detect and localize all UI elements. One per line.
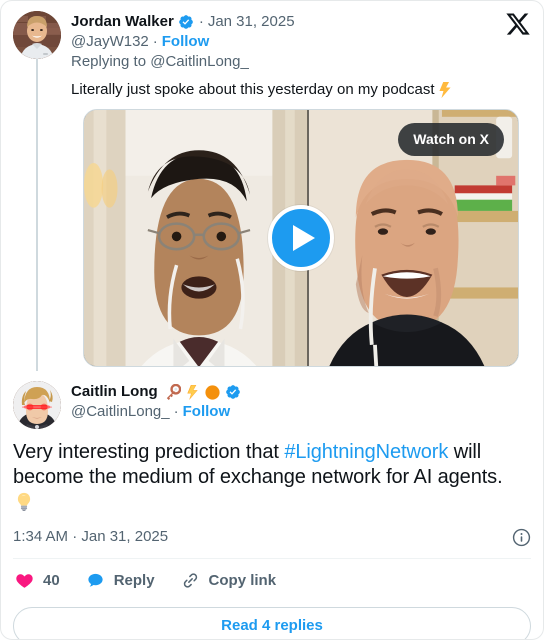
copy-link-label: Copy link xyxy=(208,572,277,589)
parent-tweet-text: Literally just spoke about this yesterda… xyxy=(71,80,531,100)
parent-date: Jan 31, 2025 xyxy=(207,13,295,30)
reply-button[interactable]: Reply xyxy=(86,571,155,590)
replying-to-label[interactable]: Replying to @CaitlinLong_ xyxy=(71,52,295,72)
main-author-row[interactable]: Caitlin Long @CaitlinLong_ · Follow xyxy=(13,381,531,429)
main-handle[interactable]: @CaitlinLong_ xyxy=(71,403,170,420)
parent-name-line: Jordan Walker · Jan 31, 2025 xyxy=(71,12,295,32)
parent-author-meta: Jordan Walker · Jan 31, 2025 @JayW132 · Fo… xyxy=(71,11,295,72)
action-bar: 40 Reply Copy link xyxy=(1,559,543,590)
main-text-part1: Very interesting prediction that xyxy=(13,441,285,463)
main-tweet: Caitlin Long @CaitlinLong_ · Follow Very… xyxy=(1,367,543,517)
thread-connector-line xyxy=(36,59,38,371)
tweet-timestamp[interactable]: 1:34 AM · Jan 31, 2025 xyxy=(13,527,168,547)
watch-on-x-button[interactable]: Watch on X xyxy=(398,123,504,156)
verified-badge-icon xyxy=(178,14,194,30)
verified-badge-icon xyxy=(225,384,241,400)
key-emoji xyxy=(164,383,181,401)
light-bulb-emoji xyxy=(17,492,31,512)
light-bulb-emoji-row xyxy=(13,491,531,517)
parent-author-row[interactable]: Jordan Walker · Jan 31, 2025 @JayW132 · Fo… xyxy=(13,11,531,72)
parent-display-name[interactable]: Jordan Walker xyxy=(71,12,174,32)
tweet-embed-card: Jordan Walker · Jan 31, 2025 @JayW132 · Fo… xyxy=(0,0,544,640)
main-tweet-text: Very interesting prediction that #Lightn… xyxy=(13,440,531,490)
reply-bubble-icon xyxy=(88,573,103,587)
reply-label: Reply xyxy=(113,572,155,589)
parent-tweet: Jordan Walker · Jan 31, 2025 @JayW132 · Fo… xyxy=(1,1,543,371)
parent-handle-line: @JayW132 · Follow xyxy=(71,32,295,52)
timestamp-row: 1:34 AM · Jan 31, 2025 xyxy=(1,527,543,547)
link-icon xyxy=(183,573,197,588)
main-author-meta: Caitlin Long @CaitlinLong_ · Follow xyxy=(71,381,242,422)
avatar[interactable] xyxy=(13,11,61,59)
display-name-emojis xyxy=(164,383,221,401)
high-voltage-emoji xyxy=(436,81,454,99)
copy-link-button[interactable]: Copy link xyxy=(181,571,277,590)
avatar[interactable] xyxy=(13,381,61,429)
parent-handle-separator: · xyxy=(152,33,158,50)
main-display-name[interactable]: Caitlin Long xyxy=(71,382,158,402)
play-icon xyxy=(293,225,315,251)
main-handle-separator: · xyxy=(173,403,179,420)
heart-icon xyxy=(16,574,33,588)
read-replies-button[interactable]: Read 4 replies xyxy=(13,607,531,639)
parent-tweet-text-content: Literally just spoke about this yesterda… xyxy=(71,81,435,98)
hashtag-link[interactable]: #LightningNetwork xyxy=(284,441,448,463)
main-name-line: Caitlin Long xyxy=(71,382,242,402)
info-circle-icon[interactable] xyxy=(512,528,531,547)
play-button[interactable] xyxy=(268,205,334,271)
follow-link-main[interactable]: Follow xyxy=(183,403,231,420)
like-button[interactable]: 40 xyxy=(15,571,60,590)
video-player[interactable]: Watch on X xyxy=(83,109,519,367)
high-voltage-emoji xyxy=(184,384,201,401)
follow-link-parent[interactable]: Follow xyxy=(162,33,210,50)
orange-circle-emoji xyxy=(204,384,221,401)
parent-separator: · xyxy=(198,13,204,30)
main-handle-line: @CaitlinLong_ · Follow xyxy=(71,402,242,422)
like-count: 40 xyxy=(43,572,60,589)
parent-handle[interactable]: @JayW132 xyxy=(71,33,149,50)
